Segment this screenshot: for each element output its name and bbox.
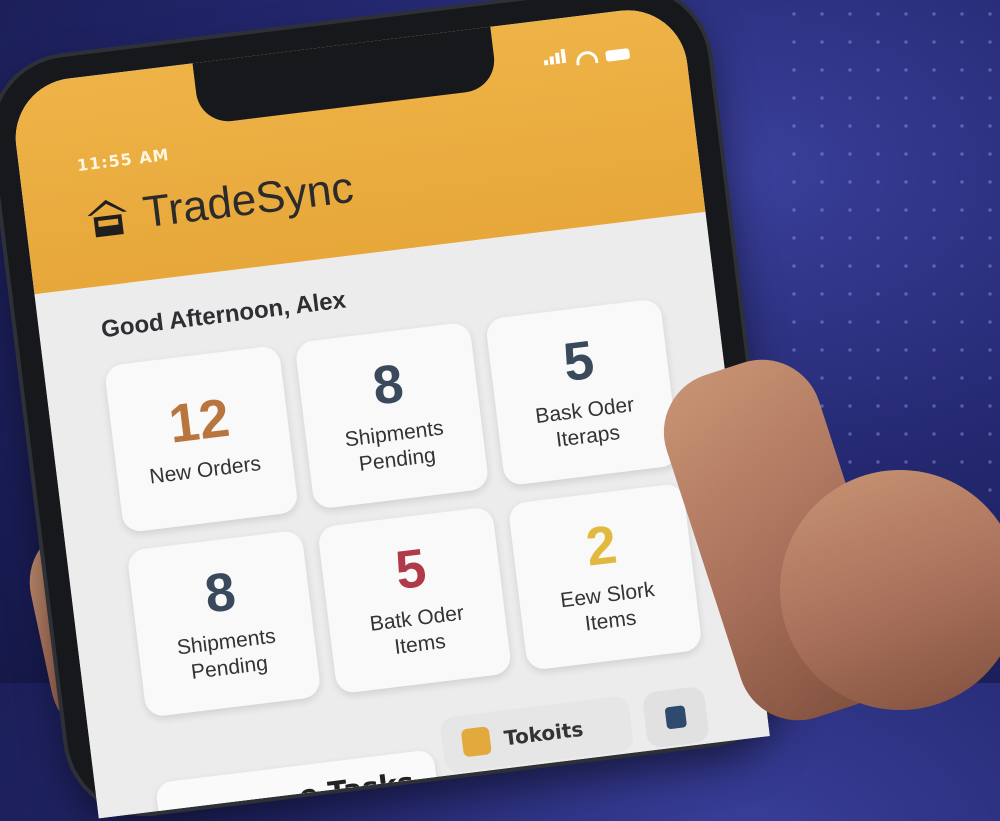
warehouse-icon bbox=[83, 193, 132, 242]
tab-label: Tokoits bbox=[502, 716, 585, 751]
stat-card-new-orders[interactable]: 12 New Orders bbox=[103, 344, 299, 534]
stat-value: 5 bbox=[560, 329, 598, 393]
stat-value: 2 bbox=[582, 514, 620, 578]
status-icons bbox=[543, 40, 631, 69]
wifi-icon bbox=[575, 49, 599, 66]
stat-label: Batk Oder Items bbox=[368, 601, 466, 659]
stat-label: Shipments Pending bbox=[343, 416, 445, 476]
stat-card-shipments-pending[interactable]: 8 Shipments Pending bbox=[294, 321, 490, 510]
info-icon bbox=[664, 705, 688, 730]
status-time: 11:55 AM bbox=[75, 144, 171, 176]
dashboard: Good Afternoon, Alex 12 New Orders 8 Shi… bbox=[34, 211, 770, 819]
app-title: TradeSync bbox=[140, 162, 356, 238]
stat-card-shipments-pending-2[interactable]: 8 Shipments Pending bbox=[126, 529, 322, 718]
stats-grid: 12 New Orders 8 Shipments Pending 5 Bask… bbox=[103, 298, 703, 718]
battery-icon bbox=[605, 48, 631, 62]
app-brand: TradeSync bbox=[83, 163, 356, 245]
stat-value: 8 bbox=[201, 561, 239, 625]
stat-value: 8 bbox=[369, 353, 407, 417]
stat-card-back-order-items[interactable]: 5 Bask Oder Iteraps bbox=[484, 298, 681, 487]
tasks-card[interactable]: ...e Tasks bbox=[154, 749, 442, 819]
stat-card-back-order-items-2[interactable]: 5 Batk Oder Items bbox=[317, 506, 513, 695]
stat-card-low-stock-items[interactable]: 2 Eew Slork Items bbox=[507, 482, 703, 671]
stat-label: Shipments Pending bbox=[175, 624, 277, 684]
stat-value: 5 bbox=[392, 537, 430, 601]
signal-icon bbox=[543, 48, 569, 70]
greeting-text: Good Afternoon, Alex bbox=[99, 286, 348, 344]
info-button[interactable] bbox=[641, 685, 710, 749]
box-icon bbox=[460, 726, 492, 758]
stat-label: Bask Oder Iteraps bbox=[534, 392, 636, 452]
stat-value: 12 bbox=[165, 387, 233, 455]
tasks-label: ...e Tasks bbox=[265, 765, 416, 817]
stat-label: New Orders bbox=[148, 451, 263, 489]
tab-tokoits[interactable]: Tokoits bbox=[439, 694, 635, 774]
stat-label: Eew Slork Items bbox=[559, 577, 656, 636]
phone-screen: 11:55 AM TradeSync Good Afternoon, Alex … bbox=[8, 3, 770, 819]
